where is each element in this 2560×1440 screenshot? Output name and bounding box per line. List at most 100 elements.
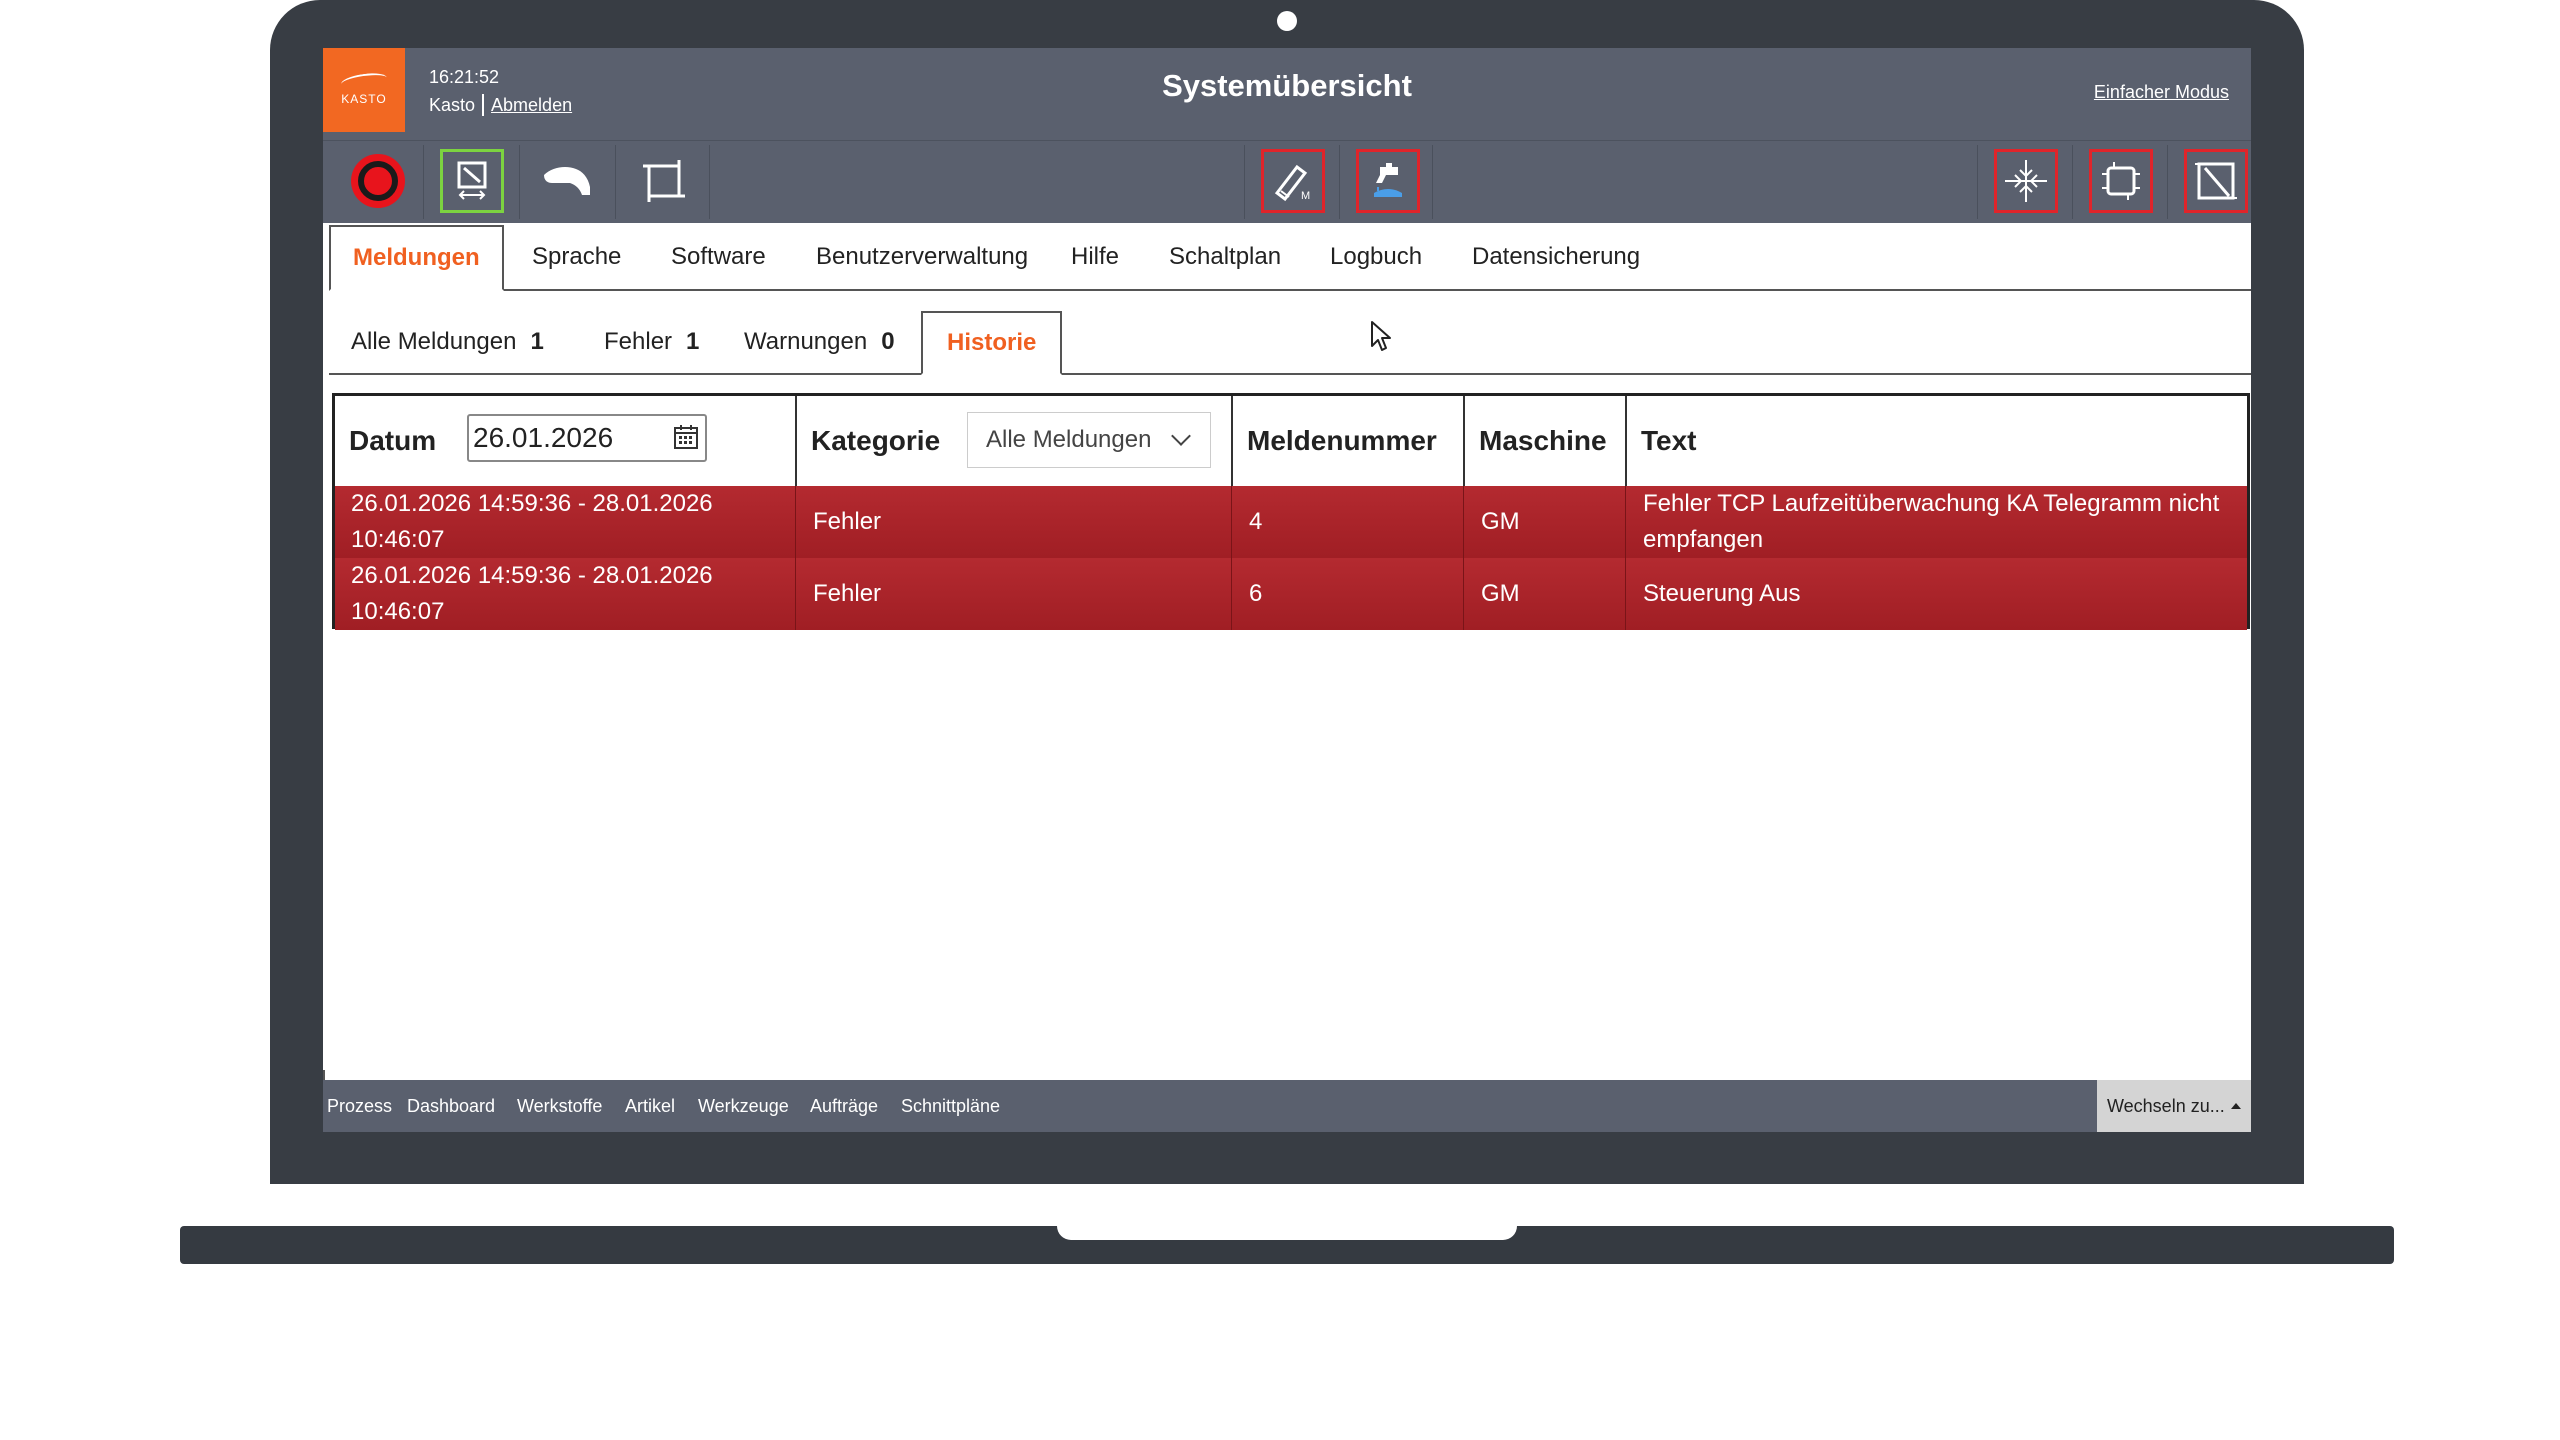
toolbar: M bbox=[323, 140, 2251, 223]
subtab-count: 0 bbox=[881, 328, 895, 355]
chip-icon bbox=[2102, 162, 2140, 200]
user-line: Kasto Abmelden bbox=[429, 94, 572, 116]
kasto-logo: KASTO bbox=[323, 48, 405, 132]
cell-meldenummer: 4 bbox=[1249, 508, 1263, 535]
footer-item-dashboard[interactable]: Dashboard bbox=[407, 1080, 495, 1132]
user-separator bbox=[482, 94, 485, 116]
subtab-count: 1 bbox=[686, 328, 700, 355]
category-selected-value: Alle Meldungen bbox=[986, 426, 1152, 453]
simple-mode-link[interactable]: Einfacher Modus bbox=[2094, 82, 2229, 103]
row-divider bbox=[1625, 558, 1626, 630]
cell-maschine: GM bbox=[1481, 508, 1520, 535]
svg-text:M: M bbox=[1301, 190, 1310, 202]
column-header-meldenummer: Meldenummer bbox=[1247, 425, 1437, 456]
logo-swoosh-icon bbox=[340, 70, 388, 92]
table-header: Datum 26.01.2026 Kategorie Alle Meldunge… bbox=[335, 396, 2247, 488]
cut-diagonal-button[interactable] bbox=[2184, 149, 2248, 213]
column-label: Kategorie bbox=[811, 425, 941, 456]
row-divider bbox=[1231, 486, 1232, 558]
stop-button[interactable] bbox=[346, 149, 410, 213]
text-line: empfangen bbox=[1643, 526, 1764, 553]
subtab-label: Warnungen bbox=[744, 328, 868, 355]
stop-record-icon bbox=[351, 154, 405, 208]
coolant-icon bbox=[1374, 163, 1402, 197]
footer-item-werkstoffe[interactable]: Werkstoffe bbox=[517, 1080, 602, 1132]
text-line: Fehler TCP Laufzeitüberwachung KA Telegr… bbox=[1643, 490, 2220, 517]
user-name: Kasto bbox=[429, 94, 476, 115]
tab-schaltplan[interactable]: Schaltplan bbox=[1169, 225, 1281, 289]
row-divider bbox=[1463, 558, 1464, 630]
date-filter-input[interactable]: 26.01.2026 bbox=[467, 414, 707, 462]
cell-text: Fehler TCP Laufzeitüberwachung KA Telegr… bbox=[1627, 486, 2247, 558]
clock-time: 16:21:52 bbox=[429, 67, 500, 87]
subtab-count: 1 bbox=[530, 328, 544, 355]
center-button[interactable] bbox=[1994, 149, 2058, 213]
toolbar-divider bbox=[2167, 145, 2168, 219]
material-edit-icon: M bbox=[1274, 164, 1310, 202]
center-icon bbox=[2005, 160, 2047, 202]
coolant-button[interactable] bbox=[1356, 149, 1420, 213]
toolbar-divider bbox=[2072, 145, 2073, 219]
frame-icon bbox=[643, 160, 685, 202]
cell-text: Steuerung Aus bbox=[1643, 580, 1801, 607]
cell-kategorie: Fehler bbox=[813, 508, 882, 535]
category-select[interactable]: Alle Meldungen bbox=[967, 412, 1211, 468]
toolbar-divider bbox=[1339, 145, 1340, 219]
tab-software[interactable]: Software bbox=[671, 225, 766, 289]
toolbar-divider bbox=[1977, 145, 1978, 219]
tab-logbuch[interactable]: Logbuch bbox=[1330, 225, 1422, 289]
tab-datensicherung[interactable]: Datensicherung bbox=[1472, 225, 1640, 289]
footer-item-werkzeuge[interactable]: Werkzeuge bbox=[698, 1080, 789, 1132]
logout-link[interactable]: Abmelden bbox=[491, 95, 572, 116]
subtab-warnungen[interactable]: Warnungen 0 bbox=[744, 311, 895, 373]
row-divider bbox=[1231, 558, 1232, 630]
switch-to-label: Wechseln zu... bbox=[2107, 1095, 2225, 1116]
subtab-alle-meldungen[interactable]: Alle Meldungen 1 bbox=[351, 311, 544, 373]
column-header-maschine: Maschine bbox=[1479, 425, 1607, 456]
footer-item-artikel[interactable]: Artikel bbox=[625, 1080, 675, 1132]
datum-line: 26.01.2026 14:59:36 - 28.01.2026 bbox=[351, 490, 713, 517]
tab-meldungen[interactable]: Meldungen bbox=[329, 225, 504, 291]
column-label: Datum bbox=[349, 425, 437, 456]
message-subtabs: Alle Meldungen 1 Fehler 1 Warnungen 0 Hi… bbox=[329, 311, 2251, 375]
frame-button[interactable] bbox=[632, 149, 696, 213]
table-row[interactable]: 26.01.2026 14:59:36 - 28.01.2026 10:46:07… bbox=[335, 558, 2247, 630]
row-divider bbox=[1463, 486, 1464, 558]
subtab-fehler[interactable]: Fehler 1 bbox=[604, 311, 699, 373]
subtab-label: Alle Meldungen bbox=[351, 328, 517, 355]
messages-table: Datum 26.01.2026 Kategorie Alle Meldunge… bbox=[332, 393, 2250, 630]
table-row[interactable]: 26.01.2026 14:59:36 - 28.01.2026 10:46:07… bbox=[335, 486, 2247, 558]
tab-hilfe[interactable]: Hilfe bbox=[1071, 225, 1119, 289]
subtab-historie[interactable]: Historie bbox=[921, 311, 1063, 375]
cut-diagonal-icon bbox=[2195, 162, 2237, 200]
cell-maschine: GM bbox=[1481, 580, 1520, 607]
page-title: Systemübersicht bbox=[1162, 68, 1412, 103]
calendar-icon[interactable] bbox=[673, 424, 699, 450]
toolbar-divider bbox=[615, 145, 616, 219]
switch-to-button[interactable]: Wechseln zu... bbox=[2097, 1080, 2251, 1132]
caret-up-icon bbox=[2231, 1103, 2241, 1109]
cell-meldenummer: 6 bbox=[1249, 580, 1263, 607]
tab-benutzerverwaltung[interactable]: Benutzerverwaltung bbox=[816, 225, 1028, 289]
cell-datum: 26.01.2026 14:59:36 - 28.01.2026 10:46:07 bbox=[335, 558, 795, 630]
footer-item-schnittplaene[interactable]: Schnittpläne bbox=[901, 1080, 1000, 1132]
material-edit-button[interactable]: M bbox=[1261, 149, 1325, 213]
tab-sprache[interactable]: Sprache bbox=[532, 225, 621, 289]
datum-line: 26.01.2026 14:59:36 - 28.01.2026 bbox=[351, 562, 713, 589]
saw-feed-button[interactable] bbox=[440, 149, 504, 213]
footer-item-auftraege[interactable]: Aufträge bbox=[810, 1080, 878, 1132]
chevron-down-icon bbox=[1171, 426, 1191, 446]
datum-line: 10:46:07 bbox=[351, 598, 445, 625]
main-tabs: Meldungen Sprache Software Benutzerverwa… bbox=[329, 225, 2251, 291]
cell-kategorie: Fehler bbox=[813, 580, 882, 607]
footer-item-prozess[interactable]: Prozess bbox=[327, 1080, 392, 1132]
manual-mode-button[interactable] bbox=[536, 149, 600, 213]
date-filter-value: 26.01.2026 bbox=[473, 422, 614, 453]
mouse-pointer-icon bbox=[1371, 321, 1391, 351]
app-screen: KASTO 16:21:52 Kasto Abmelden Systemüber… bbox=[323, 48, 2251, 1132]
chip-button[interactable] bbox=[2089, 149, 2153, 213]
toolbar-divider bbox=[423, 145, 424, 219]
toolbar-divider bbox=[1432, 145, 1433, 219]
column-header-text: Text bbox=[1641, 425, 1697, 456]
toolbar-divider bbox=[519, 145, 520, 219]
